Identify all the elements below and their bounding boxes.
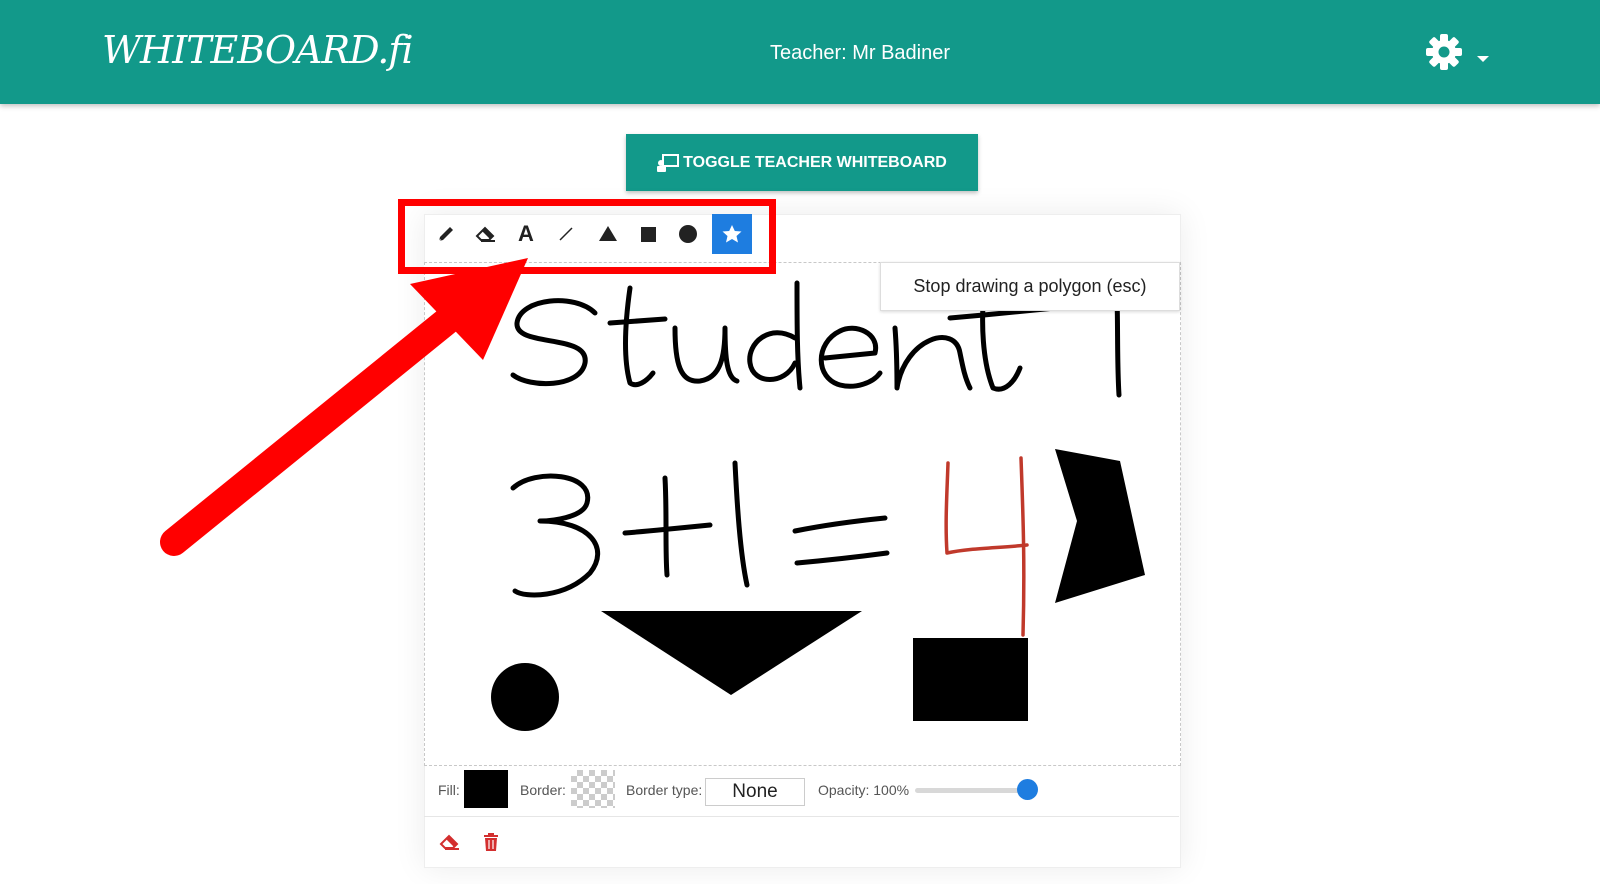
fill-color-swatch[interactable]	[464, 770, 508, 808]
rectangle-tool[interactable]	[628, 214, 668, 254]
teacher-name: Teacher: Mr Badiner	[769, 42, 951, 64]
border-color-swatch[interactable]	[571, 770, 615, 808]
eraser-icon	[475, 226, 495, 242]
annotation-arrow	[160, 258, 528, 556]
triangle-tool[interactable]	[588, 214, 628, 254]
shape-circle	[491, 663, 559, 731]
text-icon: A	[518, 221, 534, 246]
trash-icon	[484, 833, 498, 851]
opacity-label: Opacity: 100%	[818, 782, 910, 798]
border-label: Border:	[520, 782, 566, 798]
top-navbar: WHITEBOARD.fi Teacher: Mr Badiner	[0, 0, 1600, 104]
rectangle-icon	[641, 227, 656, 242]
shape-polygon	[1055, 449, 1145, 603]
text-tool[interactable]: A	[506, 214, 546, 254]
border-type-label: Border type:	[626, 782, 703, 798]
polygon-tooltip: Stop drawing a polygon (esc)	[880, 262, 1180, 311]
triangle-icon	[599, 226, 617, 241]
border-type-select[interactable]: None	[705, 778, 805, 806]
circle-icon	[679, 225, 697, 243]
shape-triangle	[601, 611, 862, 695]
pencil-icon	[438, 227, 453, 242]
shape-rectangle	[913, 638, 1028, 721]
clear-eraser-button[interactable]	[436, 828, 464, 856]
settings-menu[interactable]	[1424, 32, 1494, 72]
eraser-red-icon	[439, 834, 459, 850]
app-logo[interactable]: WHITEBOARD.fi	[102, 28, 414, 72]
eraser-tool[interactable]	[466, 214, 506, 254]
pencil-tool[interactable]	[426, 214, 466, 254]
caret-down-icon	[1477, 56, 1489, 62]
polygon-tool[interactable]	[712, 214, 752, 254]
fill-label: Fill:	[438, 782, 460, 798]
handwriting-four-red	[944, 456, 1029, 637]
toggle-button-label: TOGGLE TEACHER WHITEBOARD	[683, 153, 947, 171]
teacher-board-icon	[657, 153, 680, 172]
delete-button[interactable]	[477, 828, 505, 856]
actions-bar	[424, 818, 1179, 866]
polygon-star-icon	[722, 225, 742, 243]
opacity-slider[interactable]	[915, 788, 1027, 793]
line-icon	[559, 227, 573, 241]
circle-tool[interactable]	[668, 214, 708, 254]
opacity-slider-thumb[interactable]	[1017, 779, 1038, 800]
gear-icon	[1426, 34, 1462, 70]
toggle-teacher-whiteboard-button[interactable]: TOGGLE TEACHER WHITEBOARD	[626, 134, 978, 191]
line-tool[interactable]	[546, 214, 586, 254]
